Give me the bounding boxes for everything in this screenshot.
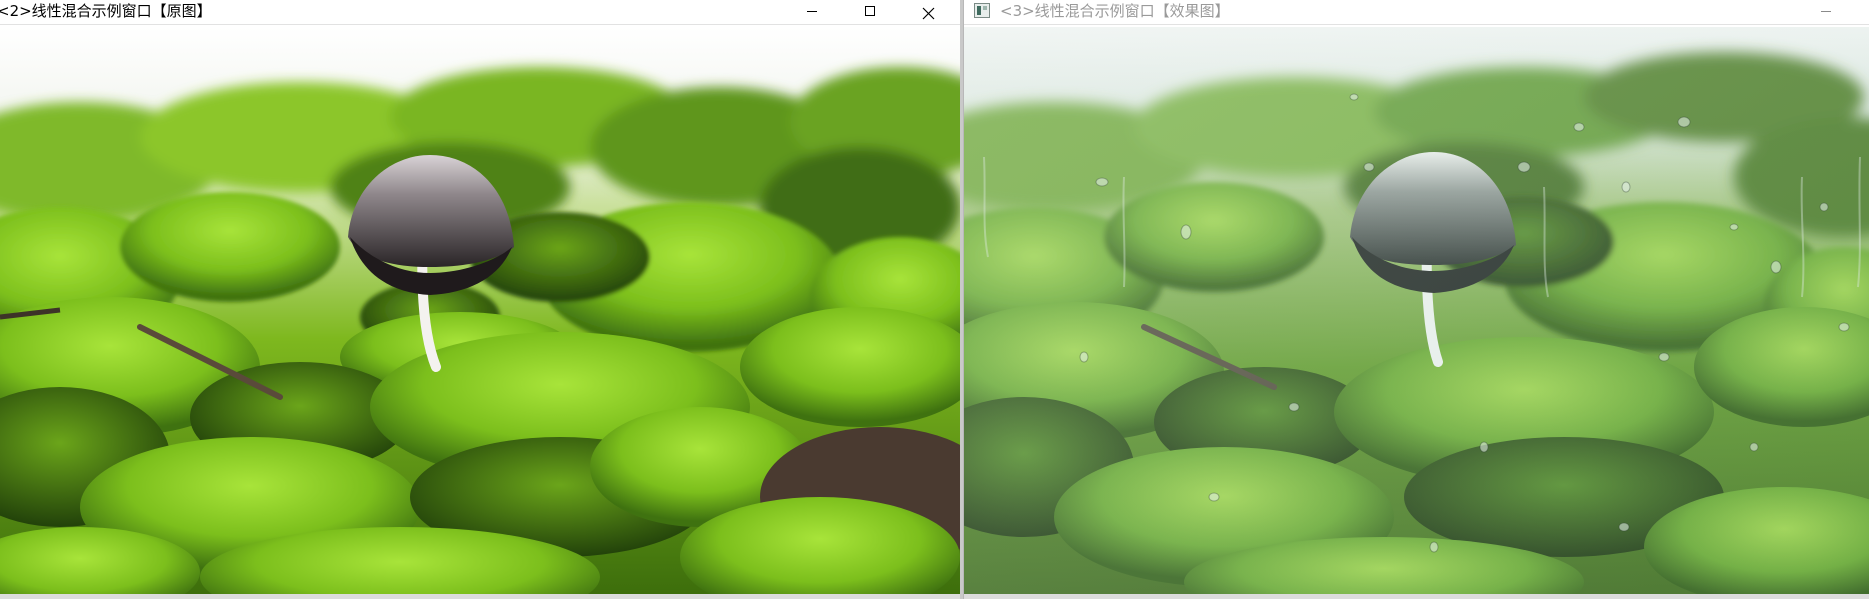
blended-mushroom-photo: [964, 27, 1869, 594]
minimize-icon: [1821, 11, 1831, 12]
title-bar[interactable]: <2>线性混合示例窗口【原图】: [0, 0, 960, 25]
image-display: [964, 27, 1869, 594]
minimize-button[interactable]: [1797, 0, 1855, 24]
window-title: <2>线性混合示例窗口【原图】: [0, 2, 212, 20]
window-title: <3>线性混合示例窗口【效果图】: [1000, 2, 1230, 20]
image-display: [0, 27, 960, 594]
blended-image-window[interactable]: <3>线性混合示例窗口【效果图】: [963, 0, 1869, 599]
close-icon: [922, 5, 935, 20]
minimize-button[interactable]: [783, 0, 841, 24]
minimize-icon: [807, 11, 817, 12]
window-bottom-edge: [964, 594, 1869, 599]
mushroom-moss-photo: [0, 27, 960, 594]
original-image-window[interactable]: <2>线性混合示例窗口【原图】: [0, 0, 960, 599]
title-bar[interactable]: <3>线性混合示例窗口【效果图】: [964, 0, 1869, 25]
app-icon: [974, 3, 990, 18]
maximize-icon: [865, 6, 875, 16]
maximize-button[interactable]: [841, 0, 899, 24]
close-button[interactable]: [899, 0, 957, 24]
window-bottom-edge: [0, 594, 960, 599]
